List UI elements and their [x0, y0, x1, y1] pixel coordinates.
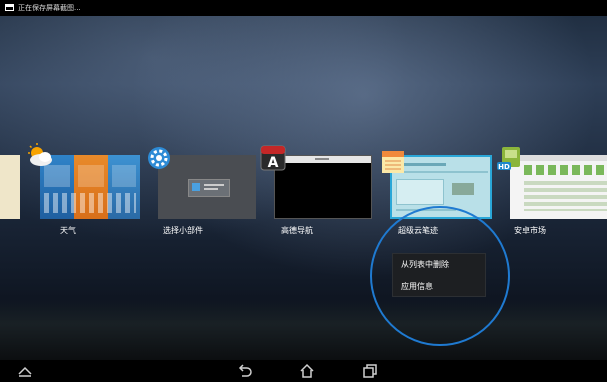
- recent-app-card-widgets[interactable]: [148, 147, 256, 219]
- amap-icon: A: [260, 145, 286, 171]
- highlight-circle: [370, 206, 510, 346]
- svg-text:A: A: [268, 155, 279, 171]
- app-thumbnail: [158, 155, 256, 219]
- recent-app-card-weather[interactable]: [28, 143, 140, 219]
- recent-app-label-market: 安卓市场: [514, 226, 546, 235]
- recent-app-label-weather: 天气: [60, 226, 76, 235]
- status-text: 正在保存屏幕截图...: [18, 4, 81, 12]
- app-thumbnail: [510, 155, 607, 219]
- back-icon[interactable]: [236, 363, 254, 379]
- gear-icon: [148, 147, 170, 169]
- wallpaper-horizon: [0, 300, 607, 360]
- recent-app-card-market[interactable]: HD: [497, 147, 607, 219]
- nav-bar: [0, 360, 607, 382]
- recent-app-card-partial[interactable]: [0, 155, 20, 219]
- recent-apps-icon[interactable]: [360, 363, 378, 379]
- market-hd-icon: HD: [497, 147, 520, 171]
- home-icon[interactable]: [298, 363, 316, 379]
- recent-app-label-maps: 高德导航: [281, 226, 313, 235]
- screenshot-icon: [5, 4, 14, 11]
- status-bar: 正在保存屏幕截图...: [0, 0, 607, 16]
- svg-text:HD: HD: [498, 163, 510, 171]
- recent-app-label-widgets: 选择小部件: [163, 226, 203, 235]
- app-thumbnail: [40, 155, 140, 219]
- app-thumbnail: [0, 155, 20, 219]
- notes-icon: [382, 151, 404, 173]
- app-thumbnail: [274, 155, 372, 219]
- weather-icon: [28, 143, 52, 166]
- up-arrow-icon[interactable]: [16, 363, 34, 379]
- recent-app-card-maps[interactable]: A: [260, 145, 372, 219]
